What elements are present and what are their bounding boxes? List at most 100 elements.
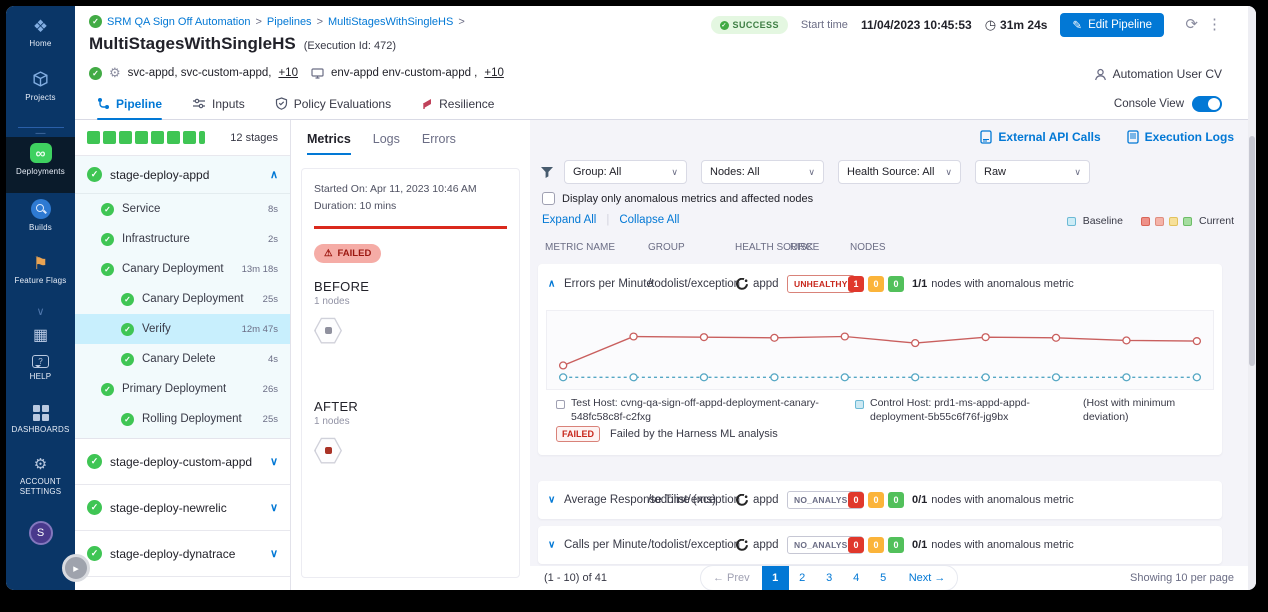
scrollbar-thumb[interactable] bbox=[1249, 136, 1255, 366]
expand-collapse-controls: Expand All | Collapse All bbox=[542, 214, 679, 226]
metric-card-errors-per-minute: ∧ Errors per Minute /todolist/exception … bbox=[538, 264, 1222, 455]
start-time-label: Start time bbox=[801, 19, 848, 31]
filter-funnel-icon[interactable] bbox=[540, 166, 554, 179]
breadcrumb-pipelines[interactable]: Pipelines bbox=[267, 16, 312, 28]
chevron-down-icon[interactable]: ∨ bbox=[270, 455, 278, 468]
environment-icon bbox=[311, 68, 324, 79]
kebab-menu-icon[interactable]: ⋮ bbox=[1207, 15, 1222, 33]
page-1-button[interactable]: 1 bbox=[762, 566, 789, 590]
sidebar-item-deployments[interactable]: ∞ Deployments bbox=[6, 137, 75, 193]
edit-pipeline-button[interactable]: ✎ Edit Pipeline bbox=[1060, 13, 1164, 37]
metric-row[interactable]: ∨ Calls per Minute /todolist/exception a… bbox=[538, 526, 1222, 564]
sidebar-chevron-down-icon[interactable]: ∨ bbox=[36, 305, 44, 325]
chevron-down-icon[interactable]: ∨ bbox=[270, 547, 278, 560]
step-primary-deployment[interactable]: ✓ Primary Deployment26s bbox=[75, 374, 290, 404]
chevron-down-icon[interactable]: ∨ bbox=[548, 495, 555, 506]
chevron-down-icon[interactable]: ∨ bbox=[548, 540, 555, 551]
chevron-down-icon: ∨ bbox=[1074, 167, 1081, 178]
tab-metrics[interactable]: Metrics bbox=[307, 132, 351, 155]
sidebar-item-account-settings[interactable]: ⚙ ACCOUNT SETTINGS bbox=[6, 455, 75, 513]
execution-logs-link[interactable]: Execution Logs bbox=[1127, 130, 1234, 144]
control-host-checkbox[interactable] bbox=[855, 400, 864, 409]
stage-header-custom-appd[interactable]: ✓ stage-deploy-custom-appd ∨ bbox=[75, 439, 290, 485]
next-page-button[interactable]: Next → bbox=[897, 566, 958, 590]
stage-header-dynatrace[interactable]: ✓ stage-deploy-dynatrace ∨ bbox=[75, 531, 290, 577]
stage-header-appd[interactable]: ✓ stage-deploy-appd ∧ bbox=[75, 156, 290, 194]
user-avatar[interactable]: S bbox=[29, 521, 53, 545]
step-canary-delete[interactable]: ✓ Canary Delete4s bbox=[75, 344, 290, 374]
nodes-filter-dropdown[interactable]: Nodes: All ∨ bbox=[701, 160, 824, 184]
chevron-down-icon: ∨ bbox=[671, 167, 678, 178]
console-view-control: Console View bbox=[1114, 96, 1222, 112]
sidebar-item-feature-flags[interactable]: ⚑ Feature Flags bbox=[6, 249, 75, 305]
step-rolling-deployment[interactable]: ✓ Rolling Deployment25s bbox=[75, 404, 290, 434]
page-title: MultiStagesWithSingleHS bbox=[89, 34, 296, 54]
sidebar-item-help[interactable]: ? HELP bbox=[6, 355, 75, 405]
sidebar-item-home[interactable]: ❖ Home bbox=[6, 18, 75, 70]
tab-errors[interactable]: Errors bbox=[422, 132, 456, 155]
step-service[interactable]: ✓ Service8s bbox=[75, 194, 290, 224]
api-document-icon bbox=[980, 130, 992, 144]
sidebar-item-builds[interactable]: Builds bbox=[6, 193, 75, 249]
expand-all-link[interactable]: Expand All bbox=[542, 214, 596, 226]
step-verify-selected[interactable]: ✓ Verify12m 47s bbox=[75, 314, 290, 344]
current-user: Automation User CV bbox=[1094, 67, 1222, 81]
analysis-result: FAILED Failed by the Harness ML analysis bbox=[556, 426, 778, 442]
services-more-link[interactable]: +10 bbox=[278, 67, 298, 79]
duration: Duration: 10 mins bbox=[314, 198, 507, 215]
status-check-icon: ✓ bbox=[89, 15, 102, 28]
tab-pipeline[interactable]: Pipeline bbox=[97, 88, 162, 119]
divider: | bbox=[606, 214, 609, 226]
collapse-all-link[interactable]: Collapse All bbox=[619, 214, 679, 226]
dashboards-icon bbox=[33, 405, 49, 421]
tab-inputs[interactable]: Inputs bbox=[192, 88, 245, 119]
tab-policy-evaluations[interactable]: Policy Evaluations bbox=[275, 88, 391, 119]
breadcrumb-pipeline-name[interactable]: MultiStagesWithSingleHS bbox=[328, 16, 453, 28]
prev-page-button[interactable]: ← Prev bbox=[701, 566, 762, 590]
raw-filter-dropdown[interactable]: Raw ∨ bbox=[975, 160, 1090, 184]
vertical-scrollbar bbox=[1248, 6, 1256, 590]
current-legend-swatch-red bbox=[1141, 217, 1150, 226]
external-api-calls-link[interactable]: External API Calls bbox=[980, 130, 1100, 144]
console-view-toggle[interactable] bbox=[1192, 96, 1222, 112]
page-2-button[interactable]: 2 bbox=[789, 566, 816, 590]
chevron-up-icon[interactable]: ∧ bbox=[270, 168, 278, 181]
pagination-controls: ← Prev 1 2 3 4 5 Next → bbox=[700, 565, 958, 590]
tab-logs[interactable]: Logs bbox=[373, 132, 400, 155]
step-canary-deployment-group[interactable]: ✓ Canary Deployment13m 18s bbox=[75, 254, 290, 284]
sidebar-item-projects[interactable]: Projects bbox=[6, 70, 75, 122]
services-list: svc-appd, svc-custom-appd, bbox=[128, 67, 272, 79]
metric-row[interactable]: ∨ Average Response Time (ms) /todolist/e… bbox=[538, 481, 1222, 519]
chevron-down-icon[interactable]: ∨ bbox=[270, 501, 278, 514]
breadcrumb-project[interactable]: SRM QA Sign Off Automation bbox=[107, 16, 250, 28]
page-5-button[interactable]: 5 bbox=[870, 566, 897, 590]
sidebar-item-dashboards[interactable]: DASHBOARDS bbox=[6, 405, 75, 455]
health-source-filter-dropdown[interactable]: Health Source: All ∨ bbox=[838, 160, 961, 184]
module-grid-icon[interactable]: ▦ bbox=[33, 325, 48, 355]
inputs-sliders-icon bbox=[192, 98, 206, 110]
tab-resilience[interactable]: Resilience bbox=[421, 88, 494, 119]
stage-header-newrelic[interactable]: ✓ stage-deploy-newrelic ∨ bbox=[75, 485, 290, 531]
page-4-button[interactable]: 4 bbox=[843, 566, 870, 590]
anomalous-filter-checkbox[interactable] bbox=[542, 192, 555, 205]
page-3-button[interactable]: 3 bbox=[816, 566, 843, 590]
health-source: appd bbox=[736, 494, 779, 506]
breadcrumb-separator: > bbox=[317, 16, 323, 28]
environments-list: env-appd env-custom-appd , bbox=[331, 67, 477, 79]
metric-group: /todolist/exception bbox=[648, 278, 740, 290]
refresh-icon[interactable]: ⟳ bbox=[1185, 15, 1198, 33]
step-infrastructure[interactable]: ✓ Infrastructure2s bbox=[75, 224, 290, 254]
chevron-up-icon[interactable]: ∧ bbox=[548, 279, 555, 290]
before-node-hexagon[interactable] bbox=[314, 317, 342, 345]
metric-row[interactable]: ∧ Errors per Minute /todolist/exception … bbox=[538, 264, 1222, 304]
test-host-checkbox[interactable] bbox=[556, 400, 565, 409]
risk-badge: UNHEALTHY bbox=[787, 275, 855, 293]
step-canary-deployment[interactable]: ✓ Canary Deployment25s bbox=[75, 284, 290, 314]
failed-analysis-text: Failed by the Harness ML analysis bbox=[610, 428, 778, 440]
after-node-hexagon[interactable] bbox=[314, 437, 342, 465]
sidebar-item-label: ACCOUNT SETTINGS bbox=[15, 477, 67, 497]
environments-more-link[interactable]: +10 bbox=[484, 67, 504, 79]
panel-expand-handle[interactable]: ▸ bbox=[62, 554, 90, 582]
group-filter-dropdown[interactable]: Group: All ∨ bbox=[564, 160, 687, 184]
before-label: BEFORE bbox=[314, 279, 507, 294]
